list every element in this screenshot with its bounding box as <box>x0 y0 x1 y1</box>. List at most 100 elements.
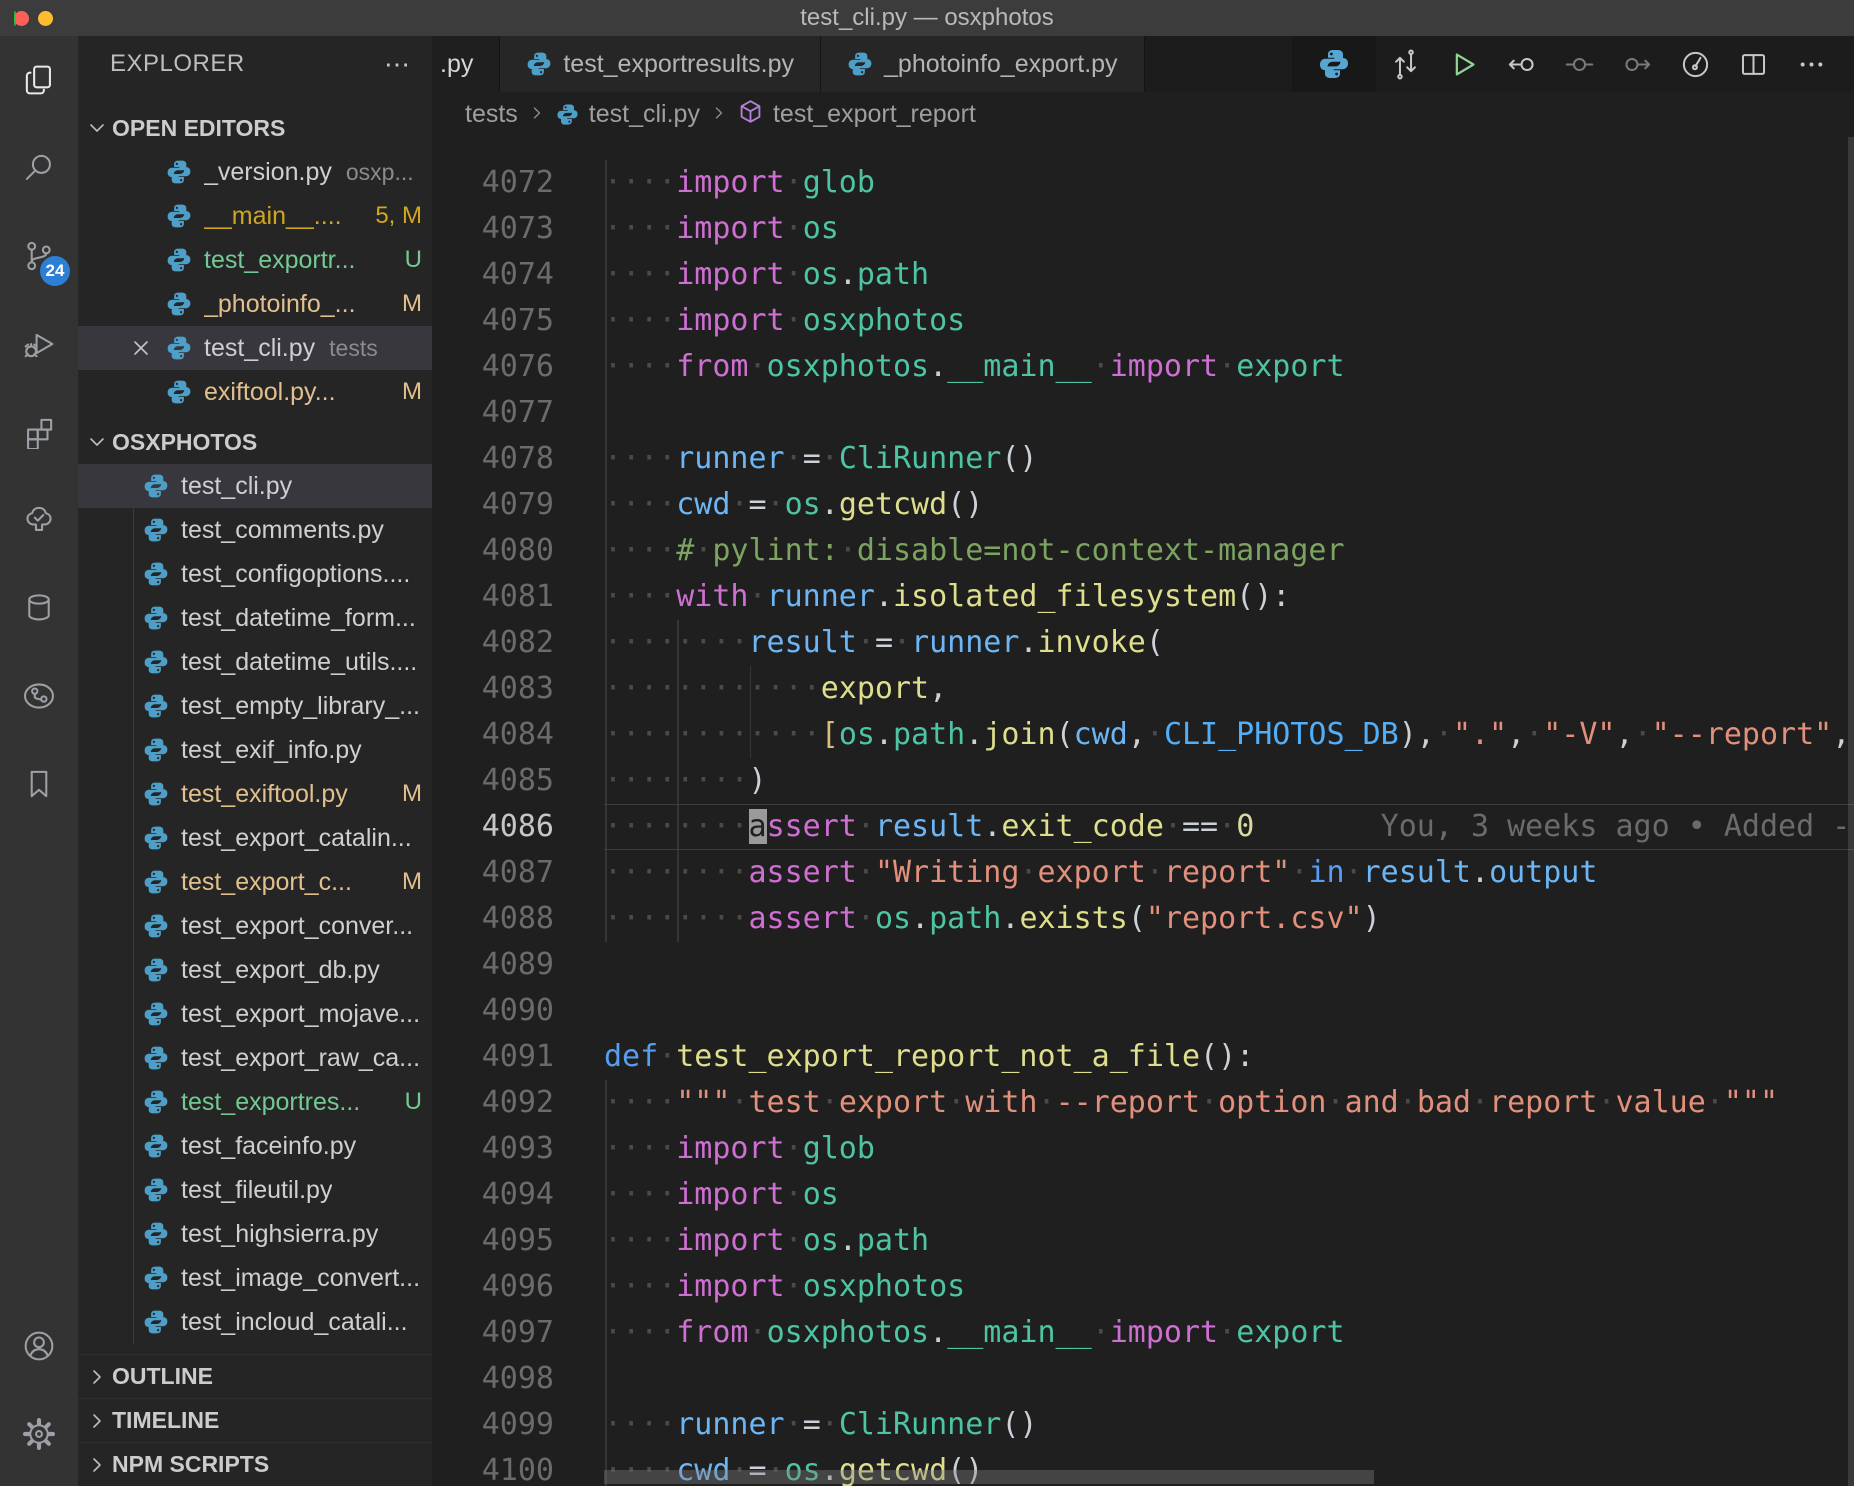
code-line-text[interactable]: ····from·osxphotos.__main__·import·expor… <box>554 344 1854 390</box>
file-tree-item[interactable]: test_export_mojave... <box>78 992 432 1036</box>
run-debug-icon[interactable] <box>0 300 78 388</box>
code-line-text[interactable]: ········assert·"Writing·export·report"·i… <box>554 850 1854 896</box>
code-line-text[interactable]: ····import·os <box>554 206 1854 252</box>
file-tree-item[interactable]: test_exiftool.pyM <box>78 772 432 816</box>
file-tree-item[interactable]: test_incloud_catali... <box>78 1300 432 1344</box>
source-control-icon[interactable]: 24 <box>0 212 78 300</box>
file-tree-item[interactable]: test_export_raw_ca... <box>78 1036 432 1080</box>
todo-tree-icon[interactable] <box>0 476 78 564</box>
file-tree-item[interactable]: test_highsierra.py <box>78 1212 432 1256</box>
file-tree-item[interactable]: test_image_convert... <box>78 1256 432 1300</box>
file-tree-item[interactable]: test_fileutil.py <box>78 1168 432 1212</box>
python-icon <box>143 1309 169 1335</box>
code-editor[interactable]: 4072····import·glob4073····import·os4074… <box>432 137 1854 1486</box>
code-line-text[interactable]: ········assert·os.path.exists("report.cs… <box>554 896 1854 942</box>
file-tree-item[interactable]: test_comments.py <box>78 508 432 552</box>
sidebar-section-npm-scripts[interactable]: NPM SCRIPTS <box>78 1442 432 1486</box>
run-file-icon[interactable] <box>1434 36 1492 92</box>
code-line-text[interactable]: ····cwd·=·os.getcwd() <box>554 482 1854 528</box>
code-line-text[interactable]: ····import·glob <box>554 1126 1854 1172</box>
explorer-more-actions-icon[interactable]: ⋯ <box>384 49 412 80</box>
file-tree-item[interactable]: test_export_c...M <box>78 860 432 904</box>
code-line-text[interactable]: def·test_export_report_not_a_file(): <box>554 1034 1854 1080</box>
open-editor-item[interactable]: __main__....5, M <box>78 194 432 238</box>
code-line-text[interactable]: ········result·=·runner.invoke( <box>554 620 1854 666</box>
account-icon[interactable] <box>0 1302 78 1390</box>
code-line-text[interactable]: ····"""·test·export·with·--report·option… <box>554 1080 1854 1126</box>
open-editor-item[interactable]: _photoinfo_...M <box>78 282 432 326</box>
python-icon <box>143 913 169 939</box>
editor-tab[interactable]: test_exportresults.py <box>500 36 821 92</box>
code-line-text[interactable]: ····#·pylint:·disable=not-context-manage… <box>554 528 1854 574</box>
explorer-icon[interactable] <box>0 36 78 124</box>
code-line-text[interactable]: ········) <box>554 758 1854 804</box>
python-icon <box>143 1177 169 1203</box>
window-titlebar: test_cli.py — osxphotos <box>0 0 1854 36</box>
open-editor-item[interactable]: _version.pyosxp... <box>78 150 432 194</box>
python-language-indicator[interactable] <box>1292 36 1376 92</box>
current-change-icon[interactable] <box>1550 36 1608 92</box>
horizontal-scrollbar[interactable] <box>604 1470 1374 1484</box>
gitlens-icon[interactable] <box>0 652 78 740</box>
vertical-scrollbar[interactable] <box>1848 137 1854 1486</box>
code-line-text[interactable]: ····runner·=·CliRunner() <box>554 436 1854 482</box>
code-line-text[interactable]: ····import·osxphotos <box>554 1264 1854 1310</box>
file-tree-item[interactable]: test_empty_library_... <box>78 684 432 728</box>
extensions-icon[interactable] <box>0 388 78 476</box>
code-line-text[interactable]: ····runner·=·CliRunner() <box>554 1402 1854 1448</box>
file-tree-item[interactable]: test_faceinfo.py <box>78 1124 432 1168</box>
settings-gear-icon[interactable] <box>0 1390 78 1478</box>
file-tree-item[interactable]: test_export_conver... <box>78 904 432 948</box>
editor-tab[interactable]: _photoinfo_export.py <box>821 36 1145 92</box>
code-line-text[interactable] <box>554 1356 1854 1402</box>
file-tree-item[interactable]: test_datetime_form... <box>78 596 432 640</box>
python-icon <box>847 51 873 77</box>
next-change-icon[interactable] <box>1608 36 1666 92</box>
open-editor-item[interactable]: test_exportr...U <box>78 238 432 282</box>
code-line: 4081····with·runner.isolated_filesystem(… <box>432 574 1854 620</box>
code-line-text[interactable]: ····import·glob <box>554 160 1854 206</box>
split-editor-icon[interactable] <box>1724 36 1782 92</box>
sidebar-section-timeline[interactable]: TIMELINE <box>78 1398 432 1442</box>
file-tree-item[interactable]: test_configoptions.... <box>78 552 432 596</box>
file-tree-item[interactable]: test_export_db.py <box>78 948 432 992</box>
sidebar-section-outline[interactable]: OUTLINE <box>78 1354 432 1398</box>
open-editor-item[interactable]: exiftool.py...M <box>78 370 432 414</box>
project-section-header[interactable]: OSXPHOTOS <box>78 420 432 464</box>
code-line: 4092····"""·test·export·with·--report·op… <box>432 1080 1854 1126</box>
code-line-text[interactable]: ············export, <box>554 666 1854 712</box>
line-number: 4099 <box>432 1402 554 1448</box>
close-icon[interactable] <box>130 337 152 359</box>
open-editors-header[interactable]: OPEN EDITORS <box>78 106 432 150</box>
code-line-text[interactable]: ····with·runner.isolated_filesystem(): <box>554 574 1854 620</box>
file-tree-item[interactable]: test_datetime_utils.... <box>78 640 432 684</box>
file-tree-item[interactable]: test_exportres...U <box>78 1080 432 1124</box>
gitlens-graph-icon[interactable] <box>1666 36 1724 92</box>
line-number: 4096 <box>432 1264 554 1310</box>
editor-tab[interactable]: .py <box>432 36 500 92</box>
file-tree-item[interactable]: test_export_catalin... <box>78 816 432 860</box>
code-line-text[interactable]: ····import·osxphotos <box>554 298 1854 344</box>
breadcrumb-item[interactable]: test_export_report <box>773 100 976 129</box>
code-line-text[interactable]: ····from·osxphotos.__main__·import·expor… <box>554 1310 1854 1356</box>
bookmarks-icon[interactable] <box>0 740 78 828</box>
file-tree-item[interactable]: test_exif_info.py <box>78 728 432 772</box>
open-editor-item[interactable]: test_cli.pytests <box>78 326 432 370</box>
code-line-text[interactable]: ····import·os.path <box>554 252 1854 298</box>
database-icon[interactable] <box>0 564 78 652</box>
breadcrumb-item[interactable]: tests <box>465 100 518 129</box>
breadcrumb-item[interactable]: test_cli.py <box>589 100 700 129</box>
previous-change-icon[interactable] <box>1492 36 1550 92</box>
line-number: 4095 <box>432 1218 554 1264</box>
code-line-text[interactable]: ········assert·result.exit_code·==·0 You… <box>554 804 1854 850</box>
open-changes-icon[interactable] <box>1376 36 1434 92</box>
code-line-text[interactable] <box>554 390 1854 436</box>
file-tree-item[interactable]: test_cli.py <box>78 464 432 508</box>
code-line-text[interactable]: ············[os.path.join(cwd,·CLI_PHOTO… <box>554 712 1854 758</box>
code-line-text[interactable]: ····import·os <box>554 1172 1854 1218</box>
search-icon[interactable] <box>0 124 78 212</box>
more-actions-icon[interactable] <box>1782 36 1840 92</box>
code-line-text[interactable]: ····import·os.path <box>554 1218 1854 1264</box>
code-line-text[interactable] <box>554 988 1854 1034</box>
code-line-text[interactable] <box>554 942 1854 988</box>
